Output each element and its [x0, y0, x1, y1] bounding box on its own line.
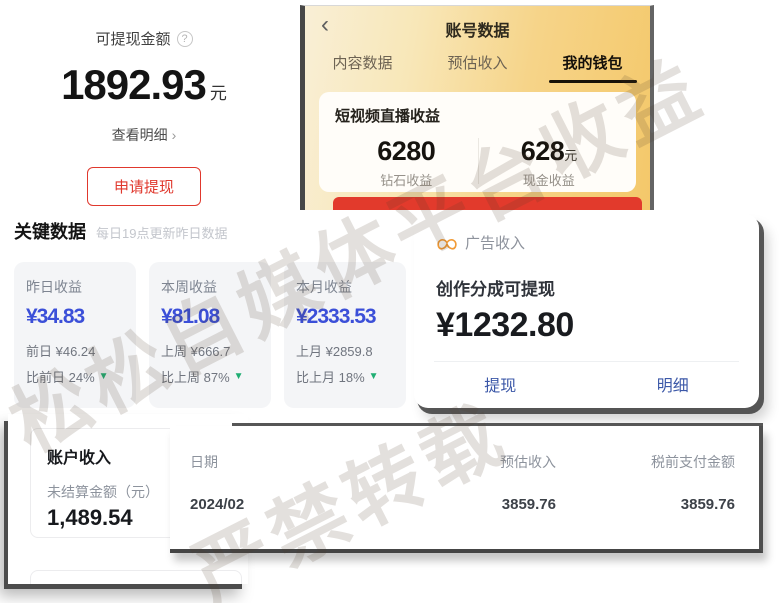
account-data-tabs: 内容数据 预估收入 我的钱包	[305, 52, 650, 83]
ad-income-subtitle: 创作分成可提现	[414, 253, 759, 300]
stat-prev: 上周 ¥666.7	[161, 341, 259, 360]
view-detail-label: 查看明细	[112, 127, 168, 143]
stat-card-yesterday: 昨日收益 ¥34.83 前日 ¥46.24 比前日 24% ▼	[14, 262, 136, 408]
cell-date: 2024/02	[190, 496, 370, 513]
withdraw-panel: 可提现金额 ? 1892.93元 查看明细› 申请提现	[0, 28, 288, 206]
cash-income-label: 现金收益	[478, 170, 621, 189]
cash-income-value: 628	[521, 136, 565, 166]
income-table-panel: 日期 预估收入 税前支付金额 2024/02 3859.76 3859.76	[170, 426, 763, 553]
detail-action-button[interactable]: 明细	[587, 372, 760, 396]
withdraw-action-button[interactable]: 提现	[414, 372, 587, 396]
ad-income-card: 广告收入 创作分成可提现 ¥1232.80 提现 明细	[414, 214, 759, 408]
butterfly-icon	[436, 235, 458, 250]
account-data-panel: ‹ 账号数据 内容数据 预估收入 我的钱包 短视频直播收益 6280 钻石收益 …	[300, 5, 654, 210]
income-table-row: 2024/02 3859.76 3859.76	[190, 496, 735, 513]
cash-income-unit: 元	[564, 148, 577, 163]
trend-down-icon: ▼	[234, 372, 244, 382]
tab-my-wallet[interactable]: 我的钱包	[535, 52, 650, 83]
help-icon[interactable]: ?	[177, 31, 193, 47]
tab-content-data[interactable]: 内容数据	[305, 52, 420, 83]
red-button-strip[interactable]	[333, 197, 642, 210]
stat-value: ¥34.83	[26, 305, 124, 329]
stat-value: ¥2333.53	[296, 305, 394, 329]
diamond-income-stat: 6280 钻石收益	[335, 136, 478, 189]
cash-income-stat: 628元 现金收益	[478, 136, 621, 189]
withdraw-label: 可提现金额	[95, 28, 170, 49]
stat-card-week: 本周收益 ¥81.08 上周 ¥666.7 比上周 87% ▼	[149, 262, 271, 408]
col-header-pretax-amount: 税前支付金额	[556, 452, 735, 472]
trend-down-icon: ▼	[369, 372, 379, 382]
cell-pretax-amount: 3859.76	[556, 496, 735, 513]
stat-prev: 前日 ¥46.24	[26, 341, 124, 360]
key-data-title: 关键数据	[14, 218, 86, 244]
diamond-income-label: 钻石收益	[335, 170, 478, 189]
key-data-subtitle: 每日19点更新昨日数据	[96, 223, 227, 242]
ad-income-amount: ¥1232.80	[414, 300, 759, 345]
stat-change: 比上月 18%	[296, 367, 365, 386]
trend-down-icon: ▼	[99, 372, 109, 382]
partial-card-peek	[30, 570, 242, 584]
stat-change: 比前日 24%	[26, 367, 95, 386]
withdraw-amount-unit: 元	[210, 84, 227, 103]
stat-label: 本月收益	[296, 277, 394, 297]
stat-prev: 上月 ¥2859.8	[296, 341, 394, 360]
screenshot-collage: 松松自媒体平台收益 严禁转载 可提现金额 ? 1892.93元 查看明细› 申请…	[0, 0, 779, 603]
tab-estimated-income[interactable]: 预估收入	[420, 52, 535, 83]
ad-income-label: 广告收入	[465, 232, 525, 253]
diamond-income-value: 6280	[377, 136, 435, 166]
view-detail-link[interactable]: 查看明细›	[0, 125, 288, 145]
income-table-header-row: 日期 预估收入 税前支付金额	[190, 452, 735, 472]
chevron-right-icon: ›	[172, 127, 177, 143]
short-video-income-card: 短视频直播收益 6280 钻石收益 628元 现金收益	[319, 92, 636, 192]
stat-card-month: 本月收益 ¥2333.53 上月 ¥2859.8 比上月 18% ▼	[284, 262, 406, 408]
stat-label: 昨日收益	[26, 277, 124, 297]
short-video-income-title: 短视频直播收益	[335, 105, 620, 126]
stat-change: 比上周 87%	[161, 367, 230, 386]
withdraw-amount: 1892.93	[61, 61, 206, 108]
apply-withdraw-button[interactable]: 申请提现	[87, 167, 201, 206]
cell-estimated-income: 3859.76	[370, 496, 556, 513]
back-icon[interactable]: ‹	[321, 11, 329, 39]
col-header-date: 日期	[190, 452, 370, 472]
key-data-section: 关键数据 每日19点更新昨日数据 昨日收益 ¥34.83 前日 ¥46.24 比…	[14, 218, 406, 408]
stat-label: 本周收益	[161, 277, 259, 297]
col-header-estimated-income: 预估收入	[370, 452, 556, 472]
stat-value: ¥81.08	[161, 305, 259, 329]
account-data-title: 账号数据	[305, 6, 650, 41]
